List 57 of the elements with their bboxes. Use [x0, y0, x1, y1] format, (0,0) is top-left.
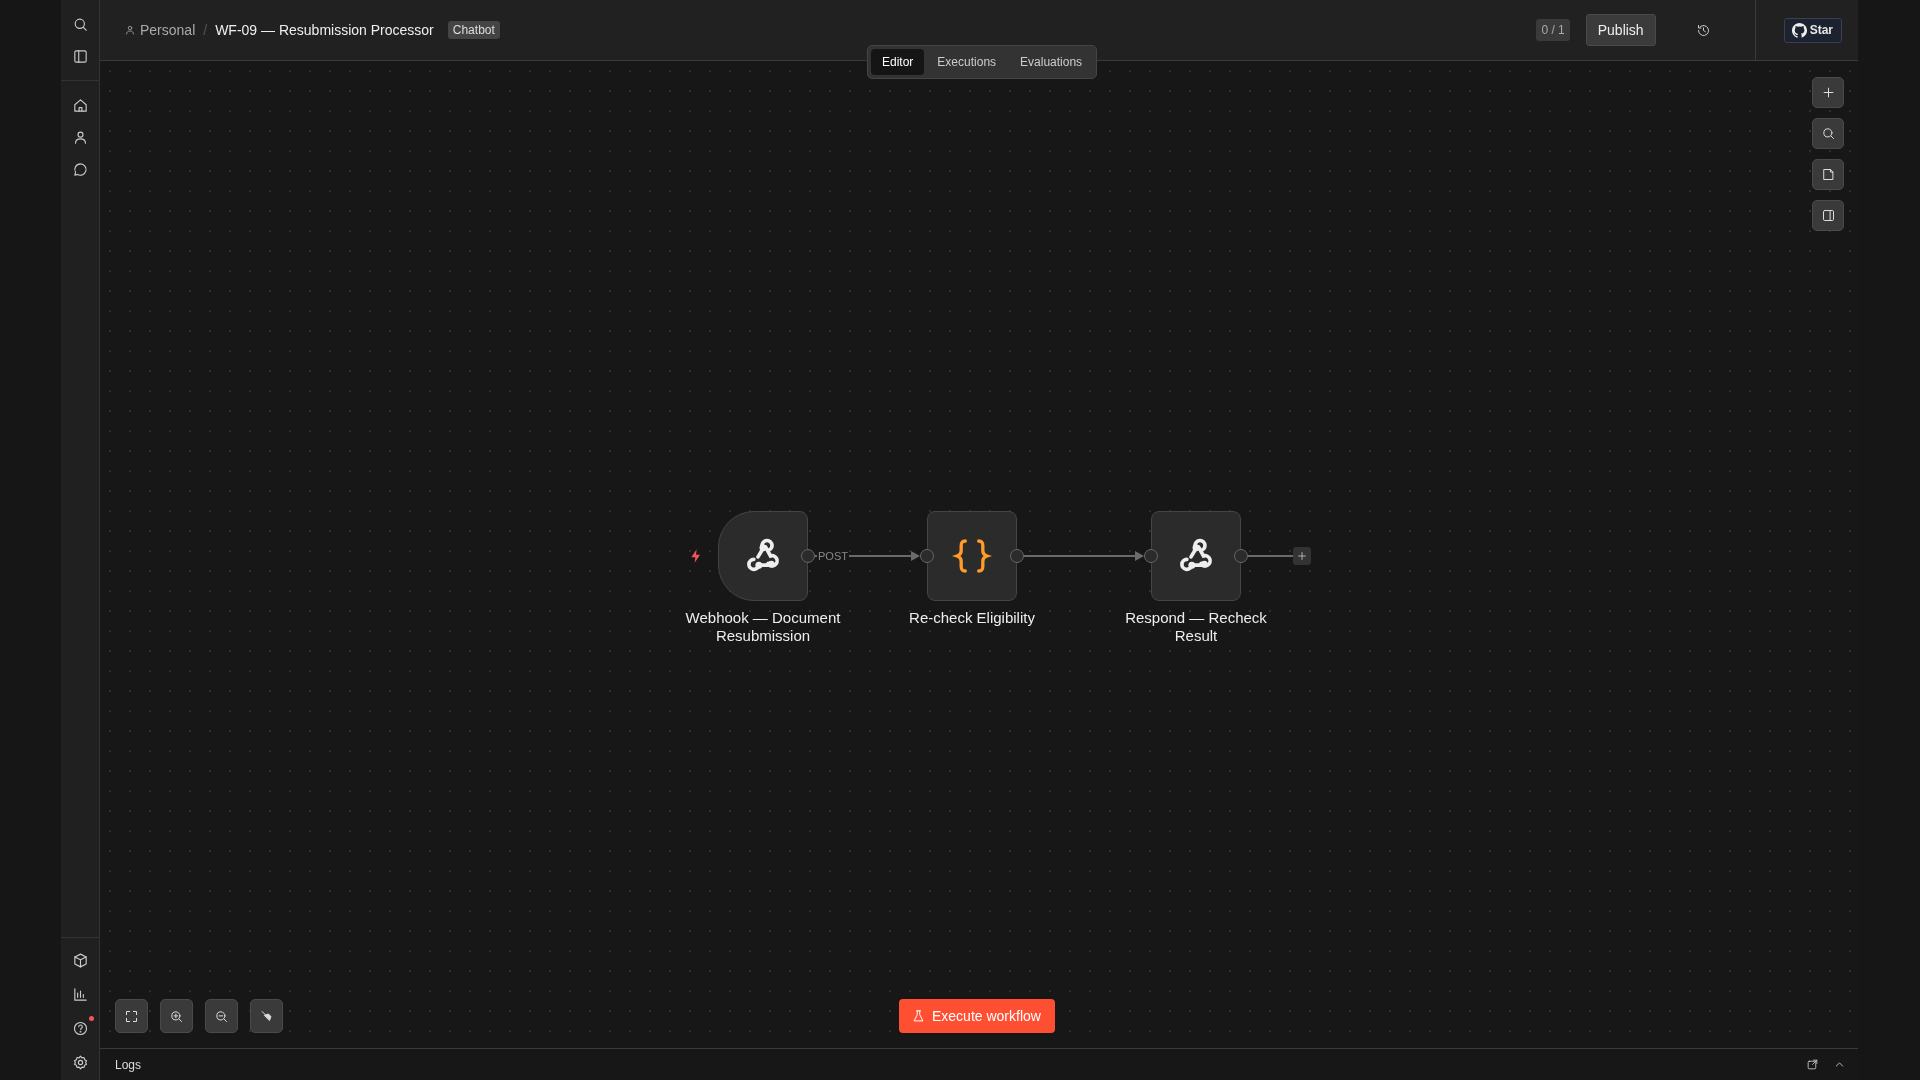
notification-dot: [89, 1016, 94, 1021]
code-node[interactable]: [927, 511, 1017, 601]
add-node-button[interactable]: [1293, 547, 1311, 565]
panel-icon: [1820, 208, 1836, 223]
fit-view-icon: [124, 1008, 139, 1024]
output-handle[interactable]: [1010, 549, 1024, 563]
search-icon: [1820, 126, 1836, 141]
output-handle[interactable]: [801, 549, 815, 563]
zoom-out-button[interactable]: [205, 999, 238, 1033]
breadcrumb-separator: /: [203, 22, 208, 38]
node-label: Respond — Recheck Result: [1124, 609, 1268, 645]
settings-icon: [71, 1053, 89, 1071]
view-tab[interactable]: Executions: [926, 49, 1008, 75]
node-label: Re-check Eligibility: [908, 609, 1036, 627]
publish-button[interactable]: Publish: [1585, 14, 1656, 46]
help-icon: [71, 1019, 89, 1037]
view-tab[interactable]: Editor: [871, 49, 925, 75]
flask-icon: [911, 1008, 926, 1024]
webhook-node[interactable]: [718, 511, 808, 601]
home-icon: [71, 96, 89, 114]
github-icon: [1791, 22, 1807, 38]
node-label: Webhook — Document Resubmission: [684, 609, 842, 645]
search-button[interactable]: [1812, 118, 1844, 149]
zoom-in-icon: [169, 1008, 184, 1024]
broom-button[interactable]: [250, 999, 283, 1033]
output-handle[interactable]: [1234, 549, 1248, 563]
zoom-out-icon: [214, 1008, 229, 1024]
note-icon: [1820, 167, 1836, 182]
plus-icon: [1820, 85, 1836, 100]
workflow-name[interactable]: WF-09 — Resubmission Processor: [215, 22, 434, 38]
history-icon: [1695, 22, 1711, 38]
note-button[interactable]: [1812, 159, 1844, 190]
star-button[interactable]: Star: [1783, 17, 1842, 43]
fit-view-button[interactable]: [115, 999, 148, 1033]
chat-icon: [71, 160, 89, 178]
version-counter: 0 / 1: [1536, 19, 1570, 41]
input-handle[interactable]: [1144, 549, 1158, 563]
logs-title[interactable]: Logs: [115, 1057, 142, 1072]
input-handle[interactable]: [920, 549, 934, 563]
history-button[interactable]: [1695, 22, 1711, 38]
user-icon: [124, 24, 136, 36]
connection-line: [1247, 555, 1294, 557]
plus-button[interactable]: [1812, 77, 1844, 108]
zoom-in-button[interactable]: [160, 999, 193, 1033]
cube-icon: [71, 951, 89, 969]
broom-icon: [259, 1008, 274, 1024]
panel-button[interactable]: [1812, 200, 1844, 231]
view-tab[interactable]: Evaluations: [1009, 49, 1094, 75]
webhook-node[interactable]: [1151, 511, 1241, 601]
project-breadcrumb[interactable]: Personal: [140, 22, 196, 38]
braces-icon: [952, 536, 992, 576]
pop-out-button[interactable]: [1806, 1058, 1819, 1071]
panel-icon: [71, 47, 89, 65]
plus-icon: [1296, 550, 1308, 562]
workflow-tag[interactable]: Chatbot: [447, 21, 500, 39]
pop-out-icon: [1806, 1058, 1819, 1071]
bar-chart-icon: [71, 985, 89, 1003]
